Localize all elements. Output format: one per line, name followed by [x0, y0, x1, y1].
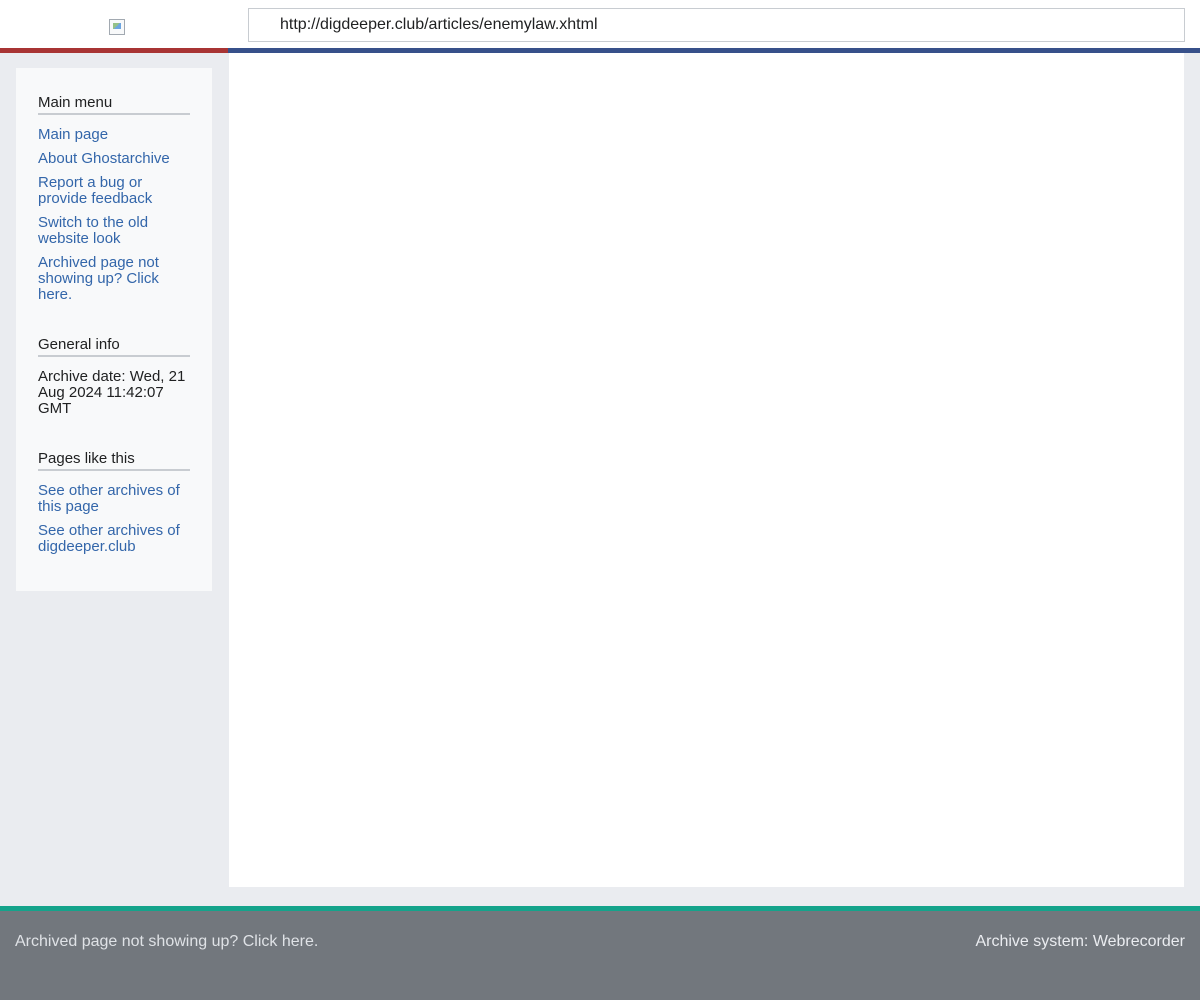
archived-url-field[interactable]: http://digdeeper.club/articles/enemylaw.… — [248, 8, 1185, 42]
header-accent-red — [0, 48, 228, 53]
broken-image-icon[interactable] — [109, 19, 125, 35]
old-look-link[interactable]: Switch to the old website look — [38, 215, 190, 247]
main-page-link[interactable]: Main page — [38, 127, 190, 143]
page-not-showing-link[interactable]: Archived page not showing up? Click here… — [38, 255, 190, 303]
sidebar: Main menu Main page About Ghostarchive R… — [16, 68, 212, 591]
footer-page-not-showing-link[interactable]: Archived page not showing up? Click here… — [15, 933, 318, 951]
other-archives-page-link[interactable]: See other archives of this page — [38, 483, 190, 515]
top-bar: http://digdeeper.club/articles/enemylaw.… — [0, 0, 1200, 53]
archived-page-frame[interactable] — [229, 53, 1184, 887]
about-ghostarchive-link[interactable]: About Ghostarchive — [38, 151, 190, 167]
archive-system-label: Archive system: Webrecorder — [975, 933, 1185, 950]
general-info-title: General info — [38, 336, 190, 357]
pages-like-this-title: Pages like this — [38, 450, 190, 471]
other-archives-domain-link[interactable]: See other archives of digdeeper.club — [38, 523, 190, 555]
archive-date: Archive date: Wed, 21 Aug 2024 11:42:07 … — [38, 368, 186, 417]
main-menu-title: Main menu — [38, 94, 190, 115]
pages-like-this-links: See other archives of this page See othe… — [38, 483, 190, 555]
report-bug-link[interactable]: Report a bug or provide feedback — [38, 175, 190, 207]
footer: Archived page not showing up? Click here… — [0, 906, 1200, 1000]
main-menu-links: Main page About Ghostarchive Report a bu… — [38, 127, 190, 303]
